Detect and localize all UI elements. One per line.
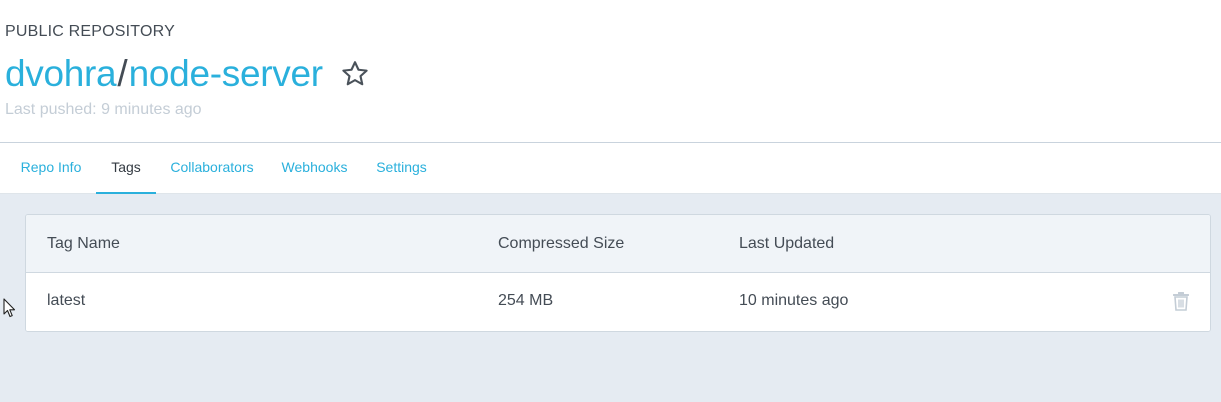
compressed-size-cell: 254 MB xyxy=(498,292,554,309)
tab-tags[interactable]: Tags xyxy=(96,143,156,194)
tab-webhooks[interactable]: Webhooks xyxy=(278,143,351,194)
header-tag-name: Tag Name xyxy=(47,235,120,252)
mouse-pointer-icon xyxy=(3,298,17,318)
tags-table: Tag Name Compressed Size Last Updated la… xyxy=(25,214,1211,332)
trash-icon[interactable] xyxy=(1172,291,1190,311)
last-pushed-text: Last pushed: 9 minutes ago xyxy=(5,101,202,118)
repo-header: PUBLIC REPOSITORY dvohra / node-server L… xyxy=(0,0,1221,143)
star-icon[interactable] xyxy=(339,58,371,90)
tab-collaborators[interactable]: Collaborators xyxy=(168,143,256,194)
table-row: latest 254 MB 10 minutes ago xyxy=(26,273,1210,331)
repo-name-link[interactable]: node-server xyxy=(129,53,323,95)
tab-settings[interactable]: Settings xyxy=(373,143,430,194)
repo-visibility-label: PUBLIC REPOSITORY xyxy=(5,23,175,40)
last-updated-cell: 10 minutes ago xyxy=(739,292,849,309)
repo-owner-link[interactable]: dvohra xyxy=(5,53,117,95)
tab-repo-info[interactable]: Repo Info xyxy=(18,143,84,194)
repo-title: dvohra / node-server xyxy=(5,51,371,97)
repo-separator: / xyxy=(117,53,128,94)
tag-name-cell: latest xyxy=(47,292,86,309)
table-header: Tag Name Compressed Size Last Updated xyxy=(26,215,1210,273)
repo-tabs: Repo Info Tags Collaborators Webhooks Se… xyxy=(0,143,1221,194)
header-last-updated: Last Updated xyxy=(739,235,835,252)
tags-content: Tag Name Compressed Size Last Updated la… xyxy=(0,194,1221,401)
header-compressed-size: Compressed Size xyxy=(498,235,625,252)
